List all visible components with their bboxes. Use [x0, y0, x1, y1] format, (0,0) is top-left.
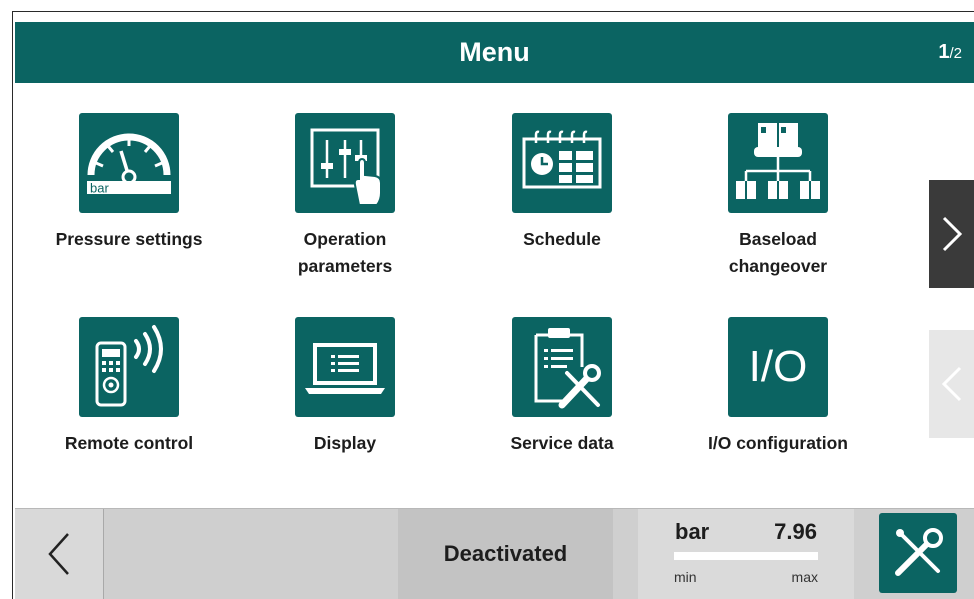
- laptop-display-icon: [295, 317, 395, 417]
- tools-icon: [895, 528, 943, 576]
- menu-tile-operation-parameters[interactable]: Operation parameters: [245, 113, 445, 280]
- calendar-clock-icon: [512, 113, 612, 213]
- clipboard-tools-icon: [512, 317, 612, 417]
- back-button[interactable]: [15, 509, 104, 599]
- pressure-min-label: min: [674, 569, 697, 585]
- chevron-left-icon: [48, 533, 69, 575]
- pressure-value: 7.96: [774, 519, 817, 544]
- menu-tile-io-configuration[interactable]: I/O I/O configuration: [678, 317, 878, 457]
- tools-button[interactable]: [879, 513, 957, 593]
- tile-label: I/O configuration: [708, 433, 848, 453]
- chevron-right-icon: [942, 216, 962, 252]
- chevron-left-icon: [941, 366, 961, 402]
- io-icon-text: I/O: [748, 342, 808, 391]
- tile-label: Display: [313, 433, 377, 453]
- page-current: 1: [938, 41, 950, 63]
- status-text: Deactivated: [398, 509, 613, 599]
- pressure-unit: bar: [675, 519, 710, 544]
- io-text-icon: I/O: [728, 317, 828, 417]
- menu-tile-display[interactable]: Display: [245, 317, 445, 457]
- previous-page-button[interactable]: [929, 330, 974, 438]
- menu-tile-service-data[interactable]: Service data: [462, 317, 662, 457]
- pressure-readout: bar 7.96 min max: [638, 509, 854, 599]
- pressure-gauge-icon: bar: [79, 113, 179, 213]
- tile-label: Remote control: [64, 433, 194, 453]
- tile-label: Pressure settings: [55, 229, 203, 249]
- page-title: Menu: [459, 37, 530, 67]
- tile-label: Schedule: [523, 229, 601, 249]
- tile-label: Operation parameters: [297, 229, 393, 276]
- page-total: /2: [949, 45, 962, 62]
- header-bar: Menu 1/2: [15, 22, 974, 83]
- sliders-touch-icon: [295, 113, 395, 213]
- menu-tile-baseload-changeover[interactable]: Baseload changeover: [678, 113, 878, 280]
- tile-label: Baseload changeover: [728, 229, 828, 276]
- menu-tile-schedule[interactable]: Schedule: [462, 113, 662, 253]
- page-indicator: 1/2: [938, 22, 962, 83]
- next-page-button[interactable]: [929, 180, 974, 288]
- menu-tile-remote-control[interactable]: Remote control: [29, 317, 229, 457]
- menu-tile-pressure-settings[interactable]: bar Pressure settings: [29, 113, 229, 253]
- pressure-icon-text: bar: [90, 181, 109, 196]
- pressure-max-label: max: [791, 569, 818, 585]
- tile-label: Service data: [510, 433, 614, 453]
- remote-signal-icon: [79, 317, 179, 417]
- compressor-network-icon: [728, 113, 828, 213]
- pressure-bar: [674, 552, 818, 560]
